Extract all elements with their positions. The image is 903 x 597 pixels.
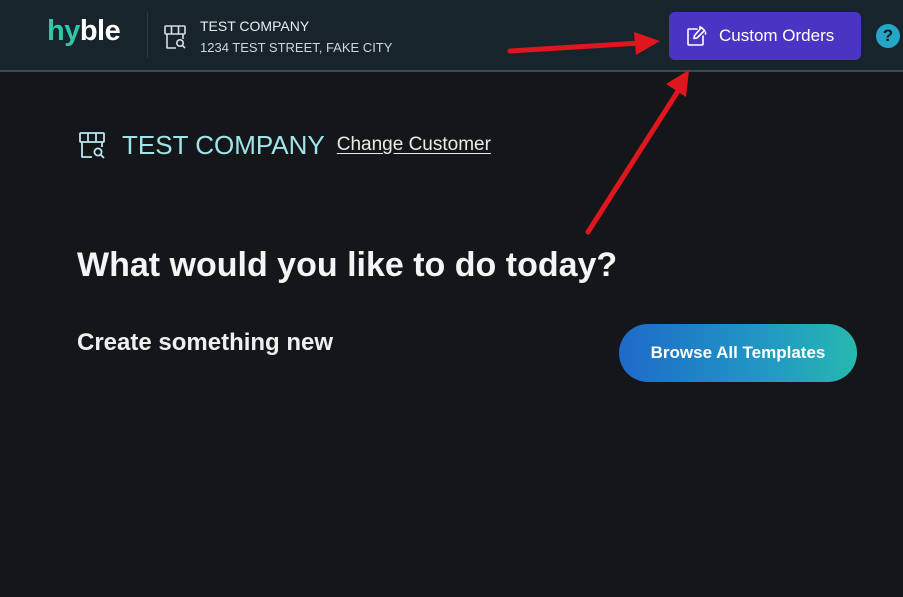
customer-store-icon: [79, 132, 105, 159]
header-divider: [147, 12, 148, 58]
section-title: Create something new: [77, 329, 334, 356]
change-customer-link[interactable]: Change Customer: [337, 134, 491, 156]
header-company-address: 1234 TEST STREET, FAKE CITY: [200, 40, 393, 55]
custom-orders-button[interactable]: Custom Orders: [669, 12, 861, 60]
logo-part-hy: hy: [47, 15, 80, 47]
customer-name: TEST COMPANY: [122, 130, 325, 160]
help-icon[interactable]: ?: [876, 24, 900, 48]
header-company-name: TEST COMPANY: [200, 18, 310, 34]
logo-part-ble: ble: [79, 15, 121, 47]
annotation-arrows: [507, 32, 689, 235]
store-icon: [164, 25, 186, 49]
annotation-arrow-diagonal: [585, 70, 689, 235]
hyble-logo[interactable]: hyble: [47, 14, 121, 48]
page: hyble TEST COMPANY 1234 TEST STREET, FAK…: [0, 0, 903, 597]
customer-row: TEST COMPANY Change Customer: [78, 128, 491, 162]
top-header: hyble TEST COMPANY 1234 TEST STREET, FAK…: [0, 0, 903, 72]
edit-document-icon: [687, 25, 707, 46]
browse-all-templates-button[interactable]: Browse All Templates: [619, 324, 857, 382]
page-title: What would you like to do today?: [77, 246, 618, 284]
custom-orders-label: Custom Orders: [719, 26, 835, 45]
